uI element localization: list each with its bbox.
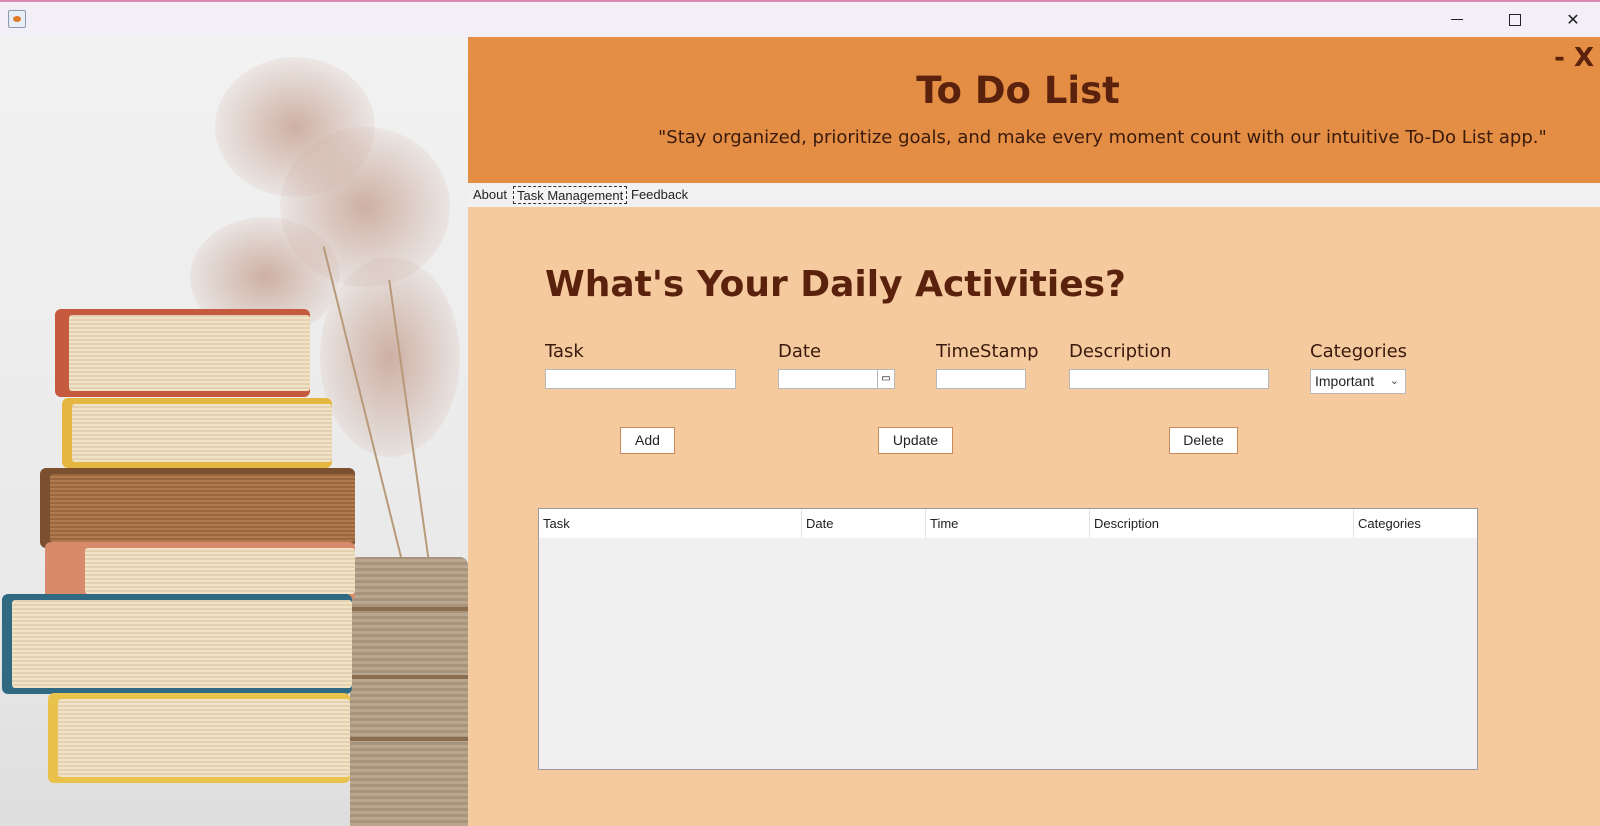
- description-input[interactable]: [1069, 369, 1269, 389]
- date-label: Date: [778, 341, 822, 362]
- tasks-table-header: Task Date Time Description Categories: [539, 509, 1477, 538]
- date-input[interactable]: [778, 369, 878, 389]
- close-icon: ✕: [1566, 10, 1580, 29]
- task-label: Task: [545, 341, 584, 362]
- categories-label: Categories: [1310, 341, 1408, 362]
- tasks-table[interactable]: Task Date Time Description Categories: [538, 508, 1478, 770]
- task-management-content: What's Your Daily Activities? Task Date …: [468, 207, 1592, 826]
- maximize-icon: [1509, 13, 1521, 26]
- column-header-categories[interactable]: Categories: [1354, 509, 1477, 538]
- close-window-button[interactable]: ✕: [1544, 2, 1600, 37]
- task-input[interactable]: [545, 369, 736, 389]
- description-label: Description: [1069, 341, 1172, 362]
- app-title: To Do List: [916, 69, 1120, 112]
- app-header: To Do List "Stay organized, prioritize g…: [468, 37, 1600, 183]
- app-tagline: "Stay organized, prioritize goals, and m…: [658, 127, 1547, 148]
- add-button[interactable]: Add: [620, 427, 675, 454]
- timestamp-input[interactable]: [936, 369, 1026, 389]
- categories-select[interactable]: Important ⌄: [1310, 369, 1406, 394]
- minimize-window-button[interactable]: [1428, 2, 1486, 37]
- window-titlebar: ✕: [0, 0, 1600, 37]
- tab-feedback[interactable]: Feedback: [628, 186, 691, 204]
- tab-strip: About Task Management Feedback: [468, 183, 1600, 207]
- update-button[interactable]: Update: [878, 427, 953, 454]
- delete-button[interactable]: Delete: [1169, 427, 1238, 454]
- todo-app-panel: To Do List "Stay organized, prioritize g…: [468, 37, 1600, 826]
- tab-about[interactable]: About: [470, 186, 510, 204]
- column-header-date[interactable]: Date: [802, 509, 926, 538]
- calendar-icon: ▭: [881, 373, 891, 384]
- java-app-icon: [8, 10, 26, 28]
- column-header-time[interactable]: Time: [926, 509, 1090, 538]
- column-header-description[interactable]: Description: [1090, 509, 1354, 538]
- minimize-close-control[interactable]: - X: [1554, 43, 1594, 73]
- tab-task-management[interactable]: Task Management: [513, 186, 628, 204]
- minimize-icon: [1451, 18, 1463, 21]
- page-heading: What's Your Daily Activities?: [545, 264, 1126, 305]
- books-photo: [0, 37, 468, 826]
- column-header-task[interactable]: Task: [539, 509, 802, 538]
- chevron-down-icon: ⌄: [1389, 375, 1399, 387]
- calendar-picker-button[interactable]: ▭: [877, 369, 895, 389]
- timestamp-label: TimeStamp: [936, 341, 1039, 362]
- maximize-window-button[interactable]: [1486, 2, 1544, 37]
- categories-selected-value: Important: [1315, 373, 1375, 389]
